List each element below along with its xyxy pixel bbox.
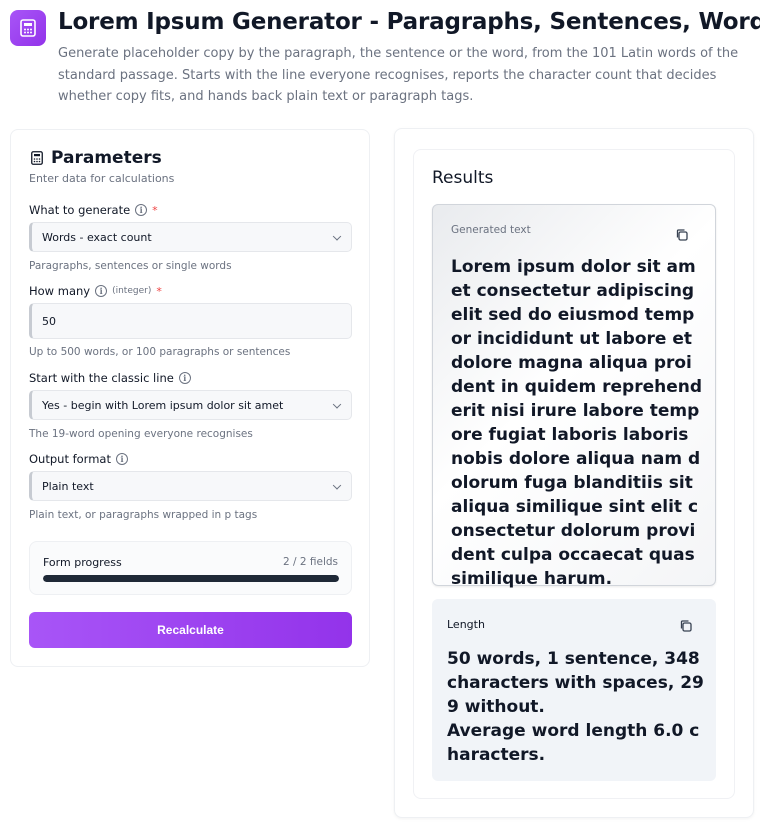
parameters-panel: Parameters Enter data for calculations W… xyxy=(10,129,370,667)
parameters-title: Parameters xyxy=(51,148,162,168)
length-line-1: 50 words, 1 sentence, 348 characters wit… xyxy=(447,649,704,717)
output-format-select[interactable]: Plain text xyxy=(29,471,352,501)
parameters-subtitle: Enter data for calculations xyxy=(29,172,175,185)
classic-line-select[interactable]: Yes - begin with Lorem ipsum dolor sit a… xyxy=(29,390,352,420)
chevron-down-icon xyxy=(332,481,342,490)
page-title: Lorem Ipsum Generator - Paragraphs, Sent… xyxy=(58,9,760,35)
calculator-icon xyxy=(31,151,43,165)
progress-fill xyxy=(43,575,339,582)
length-card: Length 50 words, 1 sentence, 348 charact… xyxy=(432,599,716,781)
form-progress-count: 2 / 2 fields xyxy=(282,556,338,568)
how-many-label: How many i (integer) * xyxy=(29,284,162,298)
info-icon[interactable]: i xyxy=(115,453,128,465)
form-progress: Form progress 2 / 2 fields xyxy=(29,541,352,595)
calculator-icon xyxy=(20,19,36,37)
required-marker: * xyxy=(156,284,162,298)
progress-track xyxy=(43,575,339,582)
info-icon[interactable]: i xyxy=(95,285,108,297)
generated-text-label: Generated text xyxy=(451,224,531,236)
length-label: Length xyxy=(447,618,485,631)
generated-text-card: Generated text Lorem ipsum dolor sit ame… xyxy=(432,204,716,589)
classic-line-help: The 19-word opening everyone recognises xyxy=(29,428,253,440)
copy-icon[interactable] xyxy=(675,228,689,242)
results-container: Results Generated text Lorem ipsum dolor… xyxy=(413,149,735,799)
how-many-input[interactable]: 50 xyxy=(29,303,352,339)
info-icon[interactable]: i xyxy=(178,372,191,384)
integer-hint: (integer) xyxy=(112,286,152,296)
what-to-generate-label: What to generate i * xyxy=(29,203,158,217)
generated-text: Lorem ipsum dolor sit amet consectetur a… xyxy=(451,257,703,589)
app-icon xyxy=(10,10,46,46)
form-progress-label: Form progress xyxy=(43,556,122,569)
required-marker: * xyxy=(152,203,158,217)
chevron-down-icon xyxy=(332,232,342,241)
parameters-heading: Parameters xyxy=(31,148,162,168)
how-many-help: Up to 500 words, or 100 paragraphs or se… xyxy=(29,346,291,358)
copy-icon[interactable] xyxy=(679,619,693,633)
results-panel: Results Generated text Lorem ipsum dolor… xyxy=(394,128,754,818)
length-line-2: Average word length 6.0 characters. xyxy=(447,721,700,765)
info-icon[interactable]: i xyxy=(135,204,148,216)
what-to-generate-select[interactable]: Words - exact count xyxy=(29,222,352,252)
output-format-label: Output format i xyxy=(29,452,128,466)
recalculate-button[interactable]: Recalculate xyxy=(29,612,352,648)
what-to-generate-help: Paragraphs, sentences or single words xyxy=(29,260,232,272)
output-format-help: Plain text, or paragraphs wrapped in p t… xyxy=(29,509,258,521)
classic-line-label: Start with the classic line i xyxy=(29,371,191,385)
length-text: 50 words, 1 sentence, 348 characters wit… xyxy=(447,647,707,767)
chevron-down-icon xyxy=(332,400,342,409)
results-title: Results xyxy=(432,168,494,188)
page-description: Generate placeholder copy by the paragra… xyxy=(58,46,739,104)
